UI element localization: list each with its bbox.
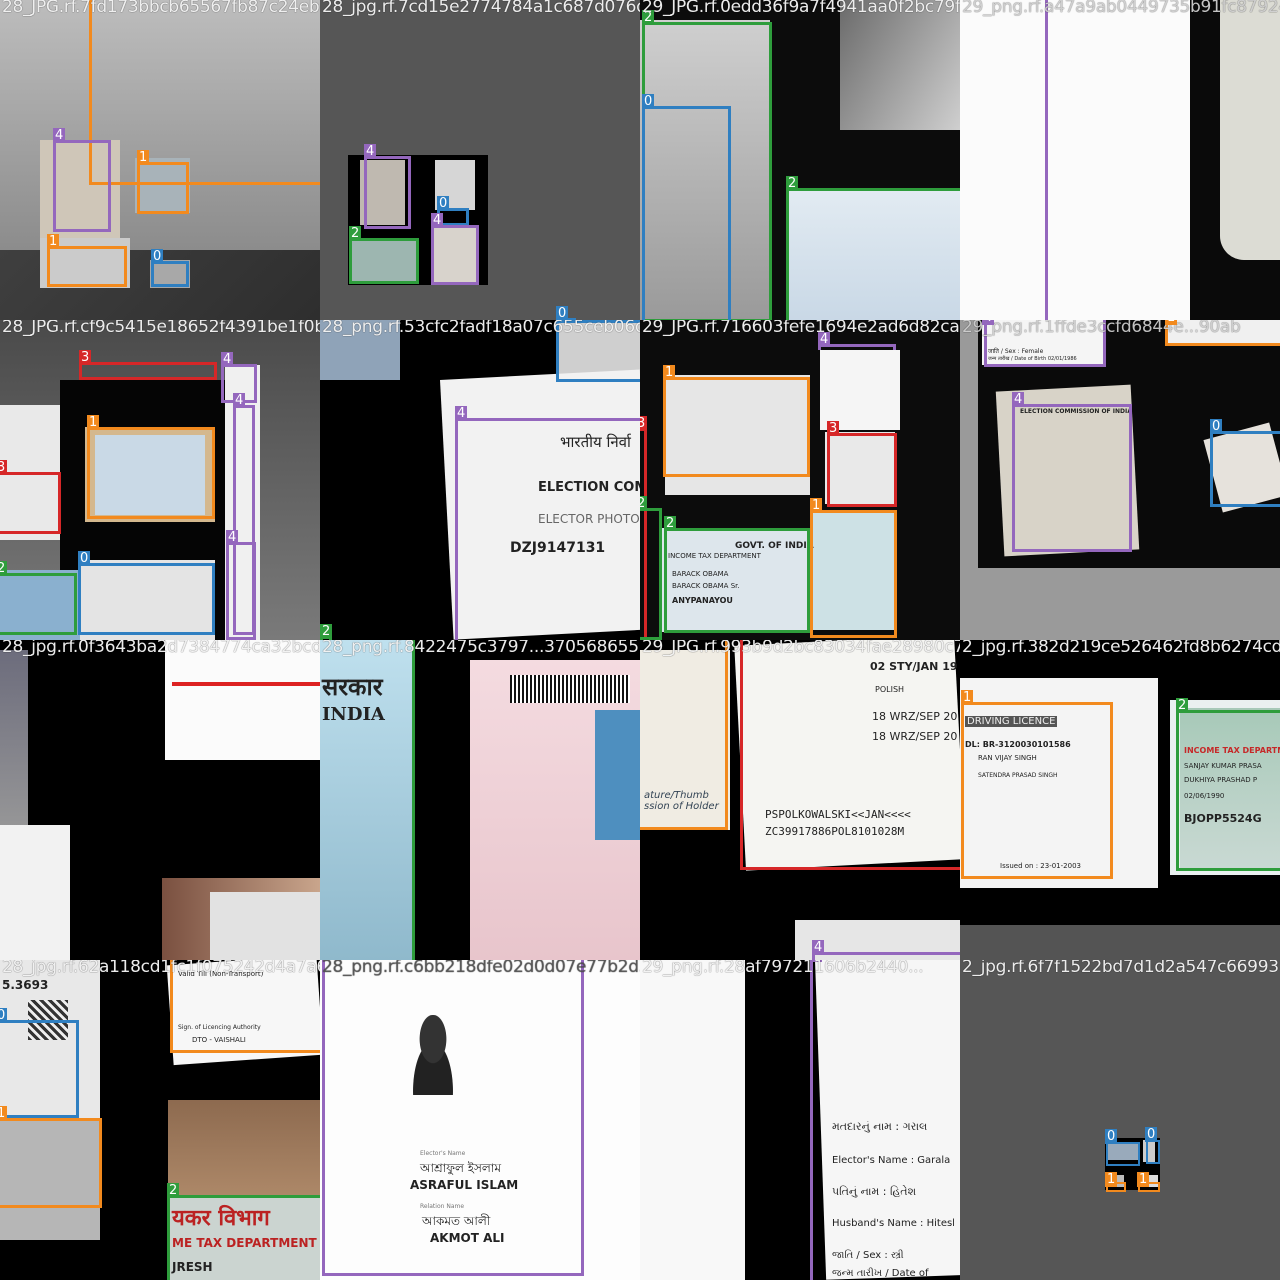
tile-8: 28_jpg.rf.0f3643ba2d7384774ca32bcdb7 (0, 640, 320, 960)
bbox-class-4: 4 (818, 332, 896, 350)
tile-9: सरकार INDIA 28_png.rf.8422475c3797...370… (320, 640, 640, 960)
bbox-class-4 (322, 960, 584, 1276)
bbox-class-1: 1 (810, 498, 897, 638)
tile-caption: 28_jpg.rf.62a118cd1fc1f075242d4a7a6 (2, 960, 320, 977)
document-image (172, 682, 320, 686)
bbox-class-1: 1 (137, 150, 189, 214)
bbox-class-2: 2 (1176, 698, 1280, 871)
document-image (840, 0, 960, 130)
document-image (1220, 0, 1280, 260)
document-image (210, 892, 320, 960)
bbox-class-4: 4 (431, 213, 479, 285)
bbox-class-0: 0 (642, 94, 731, 320)
document-image (510, 675, 630, 703)
bbox-class-0: 0 (0, 1008, 79, 1118)
bbox-class-1: 1 (961, 690, 1113, 879)
bbox-class-3: 3 (0, 460, 61, 534)
bbox-class-2 (320, 640, 415, 960)
bbox-class-4-label: 4 (982, 320, 995, 325)
bbox-class-1: 1 (1105, 1172, 1126, 1192)
tile-caption: 29_png.rf.a47a9ab0449735b91fc87924 (962, 0, 1280, 17)
tile-caption: 28_JPG.rf.cf9c5415e18652f4391be1f0b (2, 320, 320, 337)
tile-caption: 28_jpg.rf.7cd15e2774784a1c687d076d4 (322, 0, 640, 17)
tile-2: 2 0 2 29_JPG.rf.0edd36f9a7f4941aa0f2bc79… (640, 0, 960, 320)
tile-7: जाति / Sex : Female जन्म तारीख / Date of… (960, 320, 1280, 640)
bbox-class-4: 4 (1012, 392, 1132, 552)
doc-text: 5.3693 (2, 978, 49, 992)
bbox-class-4 (960, 0, 1048, 320)
bbox-class-1-label: 1 (1165, 320, 1178, 325)
bbox-class-4: 4 (810, 960, 960, 1280)
bbox-class-2: 2 (664, 516, 810, 633)
bbox-class-2: 2 (167, 1183, 320, 1280)
tile-10: ature/Thumb ssion of Holder 02 STY/JAN 1… (640, 640, 960, 960)
tile-caption: 28_png.rf.c6bb218dfe02d0d07e77b2d3 (322, 960, 640, 977)
bbox-class-4: 4 (226, 530, 256, 640)
bbox-class-4: 4 (364, 144, 411, 229)
tile-caption: 2_jpg.rf.6f7f1522bd7d1d2a547c669931 (962, 960, 1280, 977)
bbox-class-2: 2 (786, 176, 960, 320)
bbox-class-0: 0 (1105, 1129, 1140, 1166)
tile-caption: 29_png.rf.28af797211606b2440... (642, 960, 924, 977)
document-image (960, 925, 1280, 960)
bbox-class-2: 2 (640, 496, 662, 640)
tile-caption: 2_jpg.rf.382d219ce526462fd8b6274cdb (962, 640, 1280, 657)
tile-caption: 28_JPG.rf.7fd173bbcb65567fb87c24eba (2, 0, 320, 17)
bbox-class-3: 3 (827, 421, 897, 507)
tile-4: 3 4 4 1 3 0 2 4 28_JPG.rf.cf9c5415e18652… (0, 320, 320, 640)
tile-12: 5.3693 Valid Till (Non-Transport) Sign. … (0, 960, 320, 1280)
bbox-class-3: 3 (740, 640, 960, 870)
bbox-class-0: 0 (78, 551, 215, 635)
tile-caption: 29_png.rf.1ffde3ccfd6844e...90ab (962, 320, 1241, 337)
bbox-class-4: 4 (53, 128, 111, 232)
tile-13: Elector's Name আশ্রাফুল ইসলাম ASRAFUL IS… (320, 960, 640, 1280)
bbox-class-0: 0 (151, 249, 189, 287)
bbox-class-4: 4 (455, 406, 640, 640)
document-image (0, 650, 28, 840)
bbox-class-1: 1 (0, 1106, 102, 1208)
tile-14: મતદારનું નામ : ગરાલ Elector's Name : Gar… (640, 960, 960, 1280)
document-image (820, 350, 900, 430)
document-image (0, 825, 70, 960)
tile-11: DRIVING LICENCE DL: BR-3120030101586 RAN… (960, 640, 1280, 960)
bbox-class-2: 2 (0, 561, 77, 635)
bbox-class-0: 0 (1210, 419, 1280, 507)
bbox-class-1: 1 (1137, 1172, 1160, 1192)
tile-caption: 29_JPG.rf.0edd36f9a7f4941aa0f2bc79f1 (642, 0, 960, 17)
tile-caption: 29_JPG.rf.993b9d2bc83034fae28980c7 (642, 640, 960, 657)
bbox-class-1 (89, 0, 320, 185)
tile-caption: 28_png.rf.53cfc2fadf18a07c655ceb06dc (322, 320, 640, 337)
bbox-class-1: 1 (87, 415, 215, 519)
bbox-class-1: 1 (663, 365, 810, 477)
document-image (640, 960, 745, 1280)
bbox-class-0: 0 (1145, 1127, 1160, 1164)
bbox-class-4: 4 (812, 940, 960, 960)
tile-caption: 29_JPG.rf.716603fefe1694e2ad6d82ca5 (642, 320, 960, 337)
document-image (165, 640, 320, 760)
tile-caption: 28_png.rf.8422475c3797...370568655 (322, 640, 639, 657)
tile-3: 29_png.rf.a47a9ab0449735b91fc87924 (960, 0, 1280, 320)
bbox-class-1 (640, 640, 728, 830)
bbox-class-1: 1 (47, 234, 127, 287)
tile-0: 4 1 1 0 28_JPG.rf.7fd173bbcb65567fb87c24… (0, 0, 320, 320)
tile-6: GOVT. OF INDIA INCOME TAX DEPARTMENT BAR… (640, 320, 960, 640)
bbox-class-2: 2 (349, 226, 419, 284)
mosaic-grid: 4 1 1 0 28_JPG.rf.7fd173bbcb65567fb87c24… (0, 0, 1280, 1280)
document-image (595, 710, 640, 840)
tile-15: 0 0 1 1 2_jpg.rf.6f7f1522bd7d1d2a547c669… (960, 960, 1280, 1280)
tile-caption: 28_jpg.rf.0f3643ba2d7384774ca32bcdb7 (2, 640, 320, 657)
tile-5: भारतीय निर्वा ELECTION COMMISS ELECTOR P… (320, 320, 640, 640)
bbox-class-3: 3 (79, 350, 217, 380)
tile-1: 4 2 0 4 0 28_jpg.rf.7cd15e2774784a1c687d… (320, 0, 640, 320)
